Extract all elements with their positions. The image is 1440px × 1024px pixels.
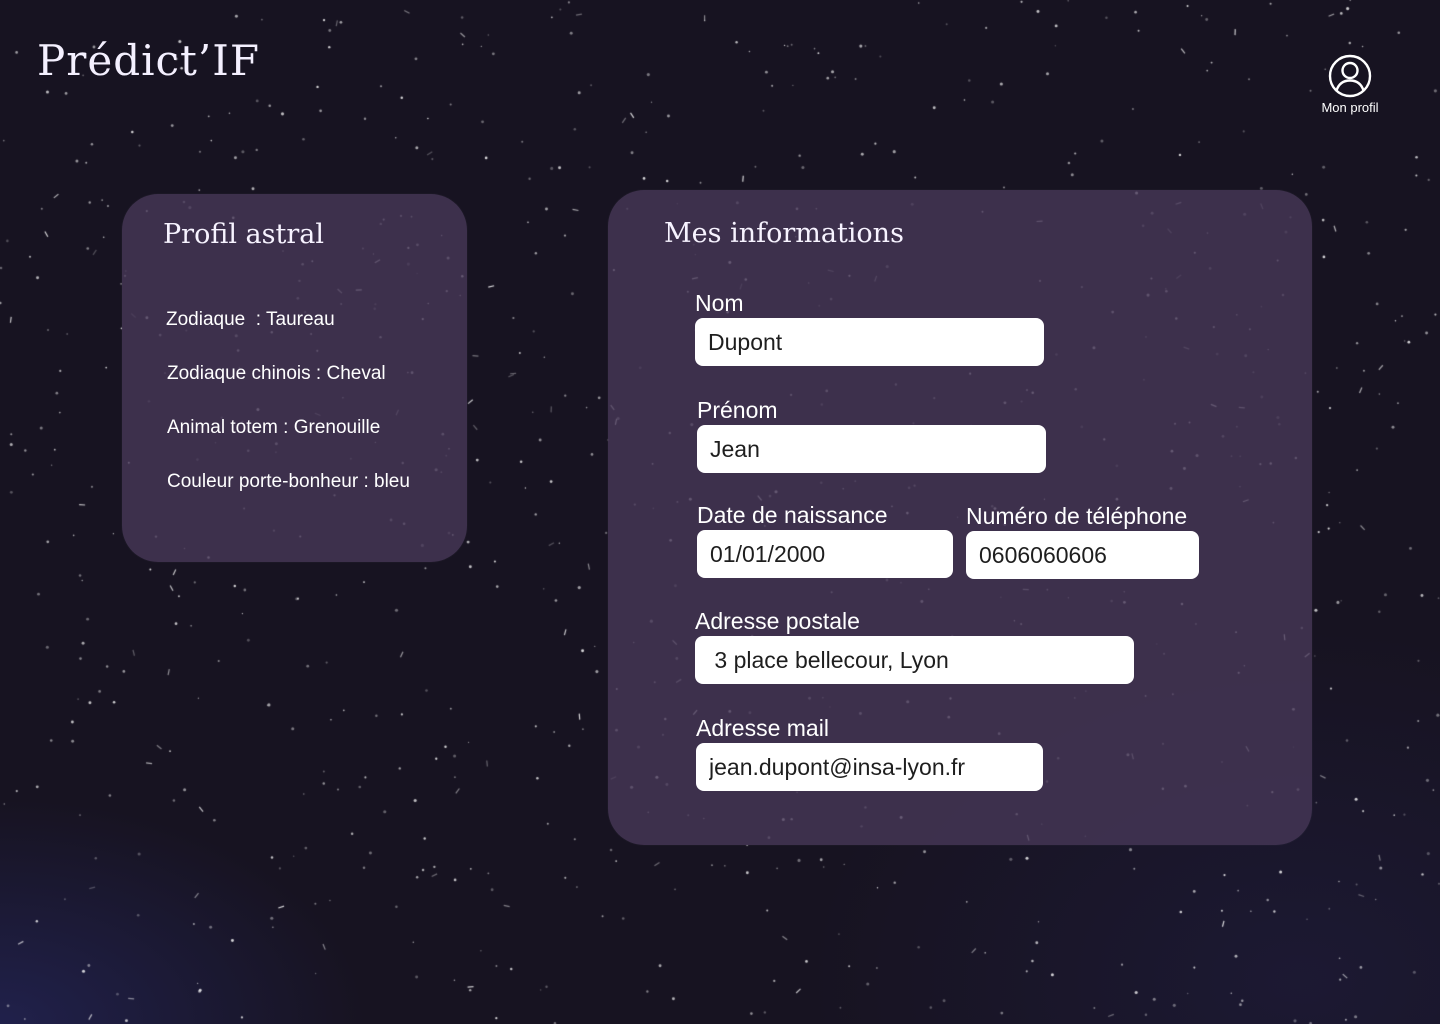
profile-button[interactable]: Mon profil <box>1314 54 1386 116</box>
date-naissance-label: Date de naissance <box>697 502 888 528</box>
prenom-input[interactable] <box>697 425 1046 473</box>
date-naissance-input[interactable] <box>697 530 953 578</box>
mail-label: Adresse mail <box>696 715 829 741</box>
app-logo: Prédict’IF <box>37 36 260 85</box>
profile-label: Mon profil <box>1321 100 1379 115</box>
astral-profile-card: Profil astral Zodiaque : Taureau Zodiaqu… <box>122 194 467 562</box>
nom-label: Nom <box>695 290 744 316</box>
lucky-color-item: Couleur porte-bonheur : bleu <box>167 471 410 492</box>
personal-info-title: Mes informations <box>664 218 904 249</box>
chinese-zodiac-item: Zodiaque chinois : Cheval <box>167 363 386 384</box>
prenom-label: Prénom <box>697 397 778 423</box>
adresse-label: Adresse postale <box>695 608 860 634</box>
user-circle-icon <box>1328 54 1372 98</box>
telephone-label: Numéro de téléphone <box>966 503 1188 529</box>
zodiac-item: Zodiaque : Taureau <box>166 309 335 330</box>
adresse-input[interactable] <box>695 636 1134 684</box>
mail-input[interactable] <box>696 743 1043 791</box>
astral-profile-title: Profil astral <box>163 219 324 250</box>
totem-animal-item: Animal totem : Grenouille <box>167 417 381 438</box>
telephone-input[interactable] <box>966 531 1199 579</box>
personal-info-card: Mes informations Nom Prénom Date de nais… <box>608 190 1312 845</box>
nom-input[interactable] <box>695 318 1044 366</box>
